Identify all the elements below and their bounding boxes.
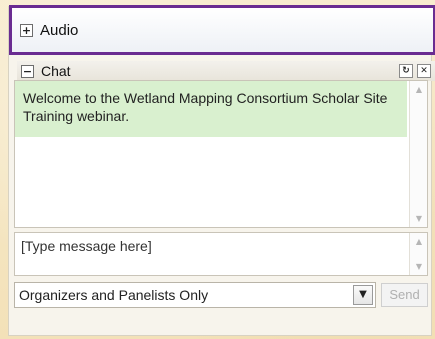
message-input-placeholder: [Type message here] <box>21 238 152 254</box>
scroll-up-icon[interactable]: ▲ <box>410 237 428 246</box>
send-button[interactable]: Send <box>381 283 428 307</box>
close-icon[interactable]: ✕ <box>417 64 431 78</box>
input-scrollbar[interactable]: ▲ ▼ <box>409 233 427 275</box>
recipient-selected-value: Organizers and Panelists Only <box>19 287 209 303</box>
audio-label: Audio <box>40 21 79 39</box>
scroll-down-icon[interactable]: ▼ <box>410 214 428 223</box>
chat-message-list[interactable]: Welcome to the Wetland Mapping Consortiu… <box>14 80 428 228</box>
message-input[interactable]: [Type message here] ▲ ▼ <box>14 232 428 276</box>
chevron-down-icon[interactable]: ▼ <box>353 285 373 305</box>
chat-message: Welcome to the Wetland Mapping Consortiu… <box>15 81 407 137</box>
audio-panel-header[interactable]: + Audio <box>9 5 435 55</box>
plus-icon[interactable]: + <box>20 23 33 37</box>
scroll-down-icon[interactable]: ▼ <box>410 262 428 271</box>
popout-icon[interactable]: ↻ <box>399 64 413 78</box>
minus-icon[interactable]: − <box>21 64 34 78</box>
scroll-up-icon[interactable]: ▲ <box>410 85 428 94</box>
chat-panel-header[interactable]: − Chat ↻ ✕ <box>17 61 435 81</box>
chat-label: Chat <box>41 63 71 79</box>
message-scrollbar[interactable]: ▲ ▼ <box>409 81 427 227</box>
recipient-select[interactable]: Organizers and Panelists Only ▼ <box>14 282 376 308</box>
